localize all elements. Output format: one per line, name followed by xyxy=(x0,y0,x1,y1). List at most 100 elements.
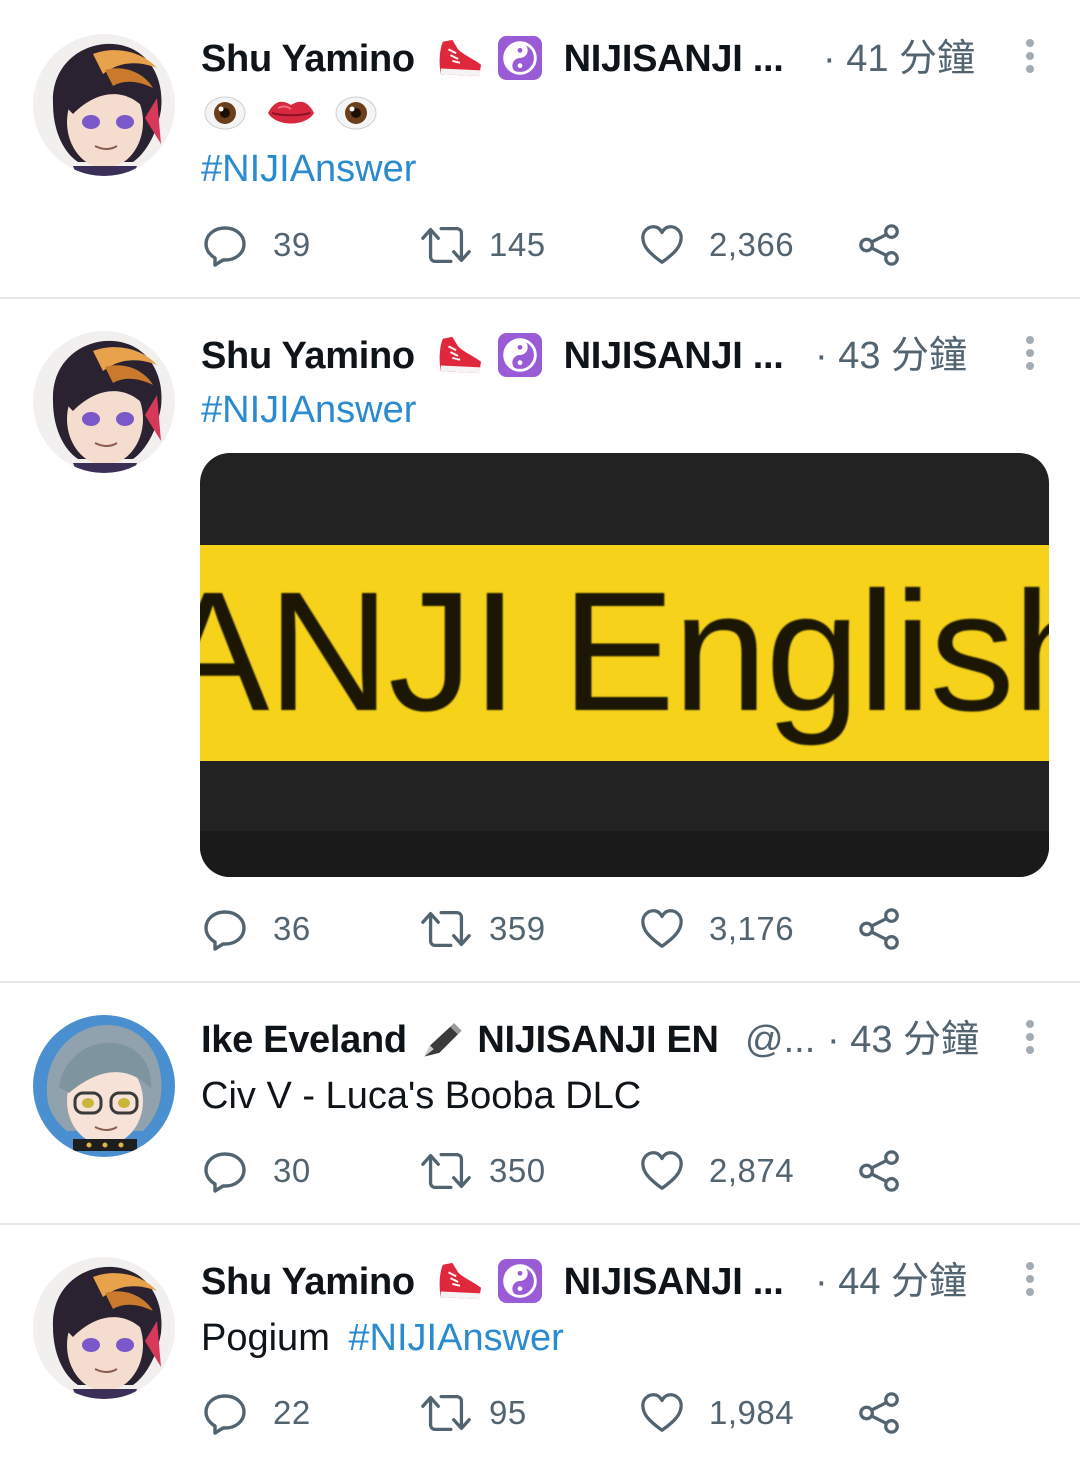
tweet-1[interactable]: Shu Yamino NIJISANJI ... · 41 分鐘 #NIJIAn… xyxy=(0,0,1080,298)
share-button[interactable] xyxy=(857,220,903,270)
avatar-shu-yamino[interactable] xyxy=(33,34,175,176)
tweet-4[interactable]: Shu Yamino NIJISANJI ... · 44 分鐘 Pogium … xyxy=(0,1225,1080,1465)
retweet-button[interactable]: 359 xyxy=(419,904,546,954)
more-options-icon[interactable] xyxy=(1020,36,1040,76)
retweet-count: 359 xyxy=(489,910,546,947)
reply-count: 30 xyxy=(273,1152,311,1189)
lips-icon xyxy=(266,93,316,133)
reply-icon xyxy=(201,221,249,269)
tweet-actions: 39 145 2,366 xyxy=(201,220,921,270)
retweet-icon xyxy=(419,1389,473,1437)
tweet-text-plain: Pogium xyxy=(201,1317,330,1359)
retweet-icon xyxy=(419,221,473,269)
tweet-text: Pogium #NIJIAnswer xyxy=(201,1313,564,1363)
like-count: 3,176 xyxy=(709,910,795,947)
retweet-count: 350 xyxy=(489,1152,546,1189)
tweet-actions: 22 95 1,984 xyxy=(201,1388,921,1438)
share-icon xyxy=(857,1148,903,1194)
like-button[interactable]: 2,874 xyxy=(639,1146,794,1196)
avatar-ike-eveland[interactable] xyxy=(33,1015,175,1157)
reply-count: 36 xyxy=(273,910,311,947)
avatar-shu-yamino[interactable] xyxy=(33,1257,175,1399)
eye-icon xyxy=(334,93,378,133)
retweet-button[interactable]: 350 xyxy=(419,1146,546,1196)
retweet-button[interactable]: 95 xyxy=(419,1388,527,1438)
reply-icon xyxy=(201,905,249,953)
avatar-shu-yamino[interactable] xyxy=(33,331,175,473)
yin-yang-icon xyxy=(497,35,543,81)
reply-count: 22 xyxy=(273,1394,311,1431)
reply-count: 39 xyxy=(273,226,311,263)
tweet-header: Shu Yamino NIJISANJI ... · 41 分鐘 xyxy=(201,34,1040,84)
like-count: 2,366 xyxy=(709,226,795,263)
media-bottom-strip xyxy=(200,831,1049,877)
tweet-header: Shu Yamino NIJISANJI ... · 44 分鐘 xyxy=(201,1257,1040,1307)
retweet-icon xyxy=(419,905,473,953)
tweet-text: Civ V - Luca's Booba DLC xyxy=(201,1075,642,1117)
avatar-image xyxy=(33,1015,175,1157)
timestamp[interactable]: · 41 分鐘 xyxy=(823,34,975,84)
eye-icon xyxy=(203,93,247,133)
share-icon xyxy=(857,906,903,952)
avatar-image xyxy=(33,331,175,473)
reply-icon xyxy=(201,1389,249,1437)
tweet-header: Shu Yamino NIJISANJI ... · 43 分鐘 xyxy=(201,331,1040,381)
tweet-header: Ike Eveland NIJISANJI EN @... · 43 分鐘 xyxy=(201,1015,1040,1065)
timestamp[interactable]: · 43 分鐘 xyxy=(827,1015,979,1065)
author-name[interactable]: Shu Yamino NIJISANJI ... xyxy=(201,34,784,84)
org-name: NIJISANJI ... xyxy=(563,38,784,80)
tweet-3[interactable]: Ike Eveland NIJISANJI EN @... · 43 分鐘 Ci… xyxy=(0,983,1080,1223)
tweet-emojis xyxy=(201,86,378,138)
more-options-icon[interactable] xyxy=(1020,1017,1040,1057)
tweet-actions: 36 359 3,176 xyxy=(201,904,921,954)
timestamp[interactable]: · 43 分鐘 xyxy=(815,331,967,381)
like-button[interactable]: 2,366 xyxy=(639,220,794,270)
tweet-2[interactable]: Shu Yamino NIJISANJI ... · 43 分鐘 #NIJIAn… xyxy=(0,299,1080,981)
org-name: NIJISANJI ... xyxy=(563,1261,784,1303)
timestamp[interactable]: · 44 分鐘 xyxy=(815,1257,967,1307)
share-icon xyxy=(857,1390,903,1436)
author-name-text: Shu Yamino xyxy=(201,1261,415,1303)
avatar-image xyxy=(33,1257,175,1399)
yin-yang-icon xyxy=(497,332,543,378)
tweet-actions: 30 350 2,874 xyxy=(201,1146,921,1196)
sneaker-icon xyxy=(435,1259,485,1303)
reply-button[interactable]: 30 xyxy=(201,1146,311,1196)
retweet-button[interactable]: 145 xyxy=(419,220,546,270)
heart-icon xyxy=(639,222,685,268)
like-count: 2,874 xyxy=(709,1152,795,1189)
author-name-text: Ike Eveland xyxy=(201,1019,407,1061)
author-name[interactable]: Shu Yamino NIJISANJI ... xyxy=(201,1257,784,1307)
author-name-text: Shu Yamino xyxy=(201,335,415,377)
reply-button[interactable]: 39 xyxy=(201,220,311,270)
hashtag-link[interactable]: #NIJIAnswer xyxy=(201,148,416,190)
yin-yang-icon xyxy=(497,1258,543,1304)
more-options-icon[interactable] xyxy=(1020,333,1040,373)
tweet-image[interactable]: ANJI English ( xyxy=(200,453,1049,877)
reply-button[interactable]: 36 xyxy=(201,904,311,954)
share-button[interactable] xyxy=(857,1388,903,1438)
share-icon xyxy=(857,222,903,268)
avatar-image xyxy=(33,34,175,176)
share-button[interactable] xyxy=(857,1146,903,1196)
sneaker-icon xyxy=(435,333,485,377)
org-name: NIJISANJI EN xyxy=(477,1019,719,1061)
author-name[interactable]: Shu Yamino NIJISANJI ... xyxy=(201,331,784,381)
like-button[interactable]: 3,176 xyxy=(639,904,794,954)
reply-button[interactable]: 22 xyxy=(201,1388,311,1438)
author-name[interactable]: Ike Eveland NIJISANJI EN xyxy=(201,1015,719,1065)
retweet-icon xyxy=(419,1147,473,1195)
org-name: NIJISANJI ... xyxy=(563,335,784,377)
share-button[interactable] xyxy=(857,904,903,954)
sneaker-icon xyxy=(435,36,485,80)
hashtag-link[interactable]: #NIJIAnswer xyxy=(348,1317,563,1359)
author-name-text: Shu Yamino xyxy=(201,38,415,80)
retweet-count: 145 xyxy=(489,226,546,263)
hashtag-link[interactable]: #NIJIAnswer xyxy=(201,389,416,431)
like-button[interactable]: 1,984 xyxy=(639,1388,794,1438)
author-handle[interactable]: @... xyxy=(745,1015,815,1065)
heart-icon xyxy=(639,1148,685,1194)
media-text: ANJI English ( xyxy=(200,557,1049,747)
more-options-icon[interactable] xyxy=(1020,1259,1040,1299)
reply-icon xyxy=(201,1147,249,1195)
